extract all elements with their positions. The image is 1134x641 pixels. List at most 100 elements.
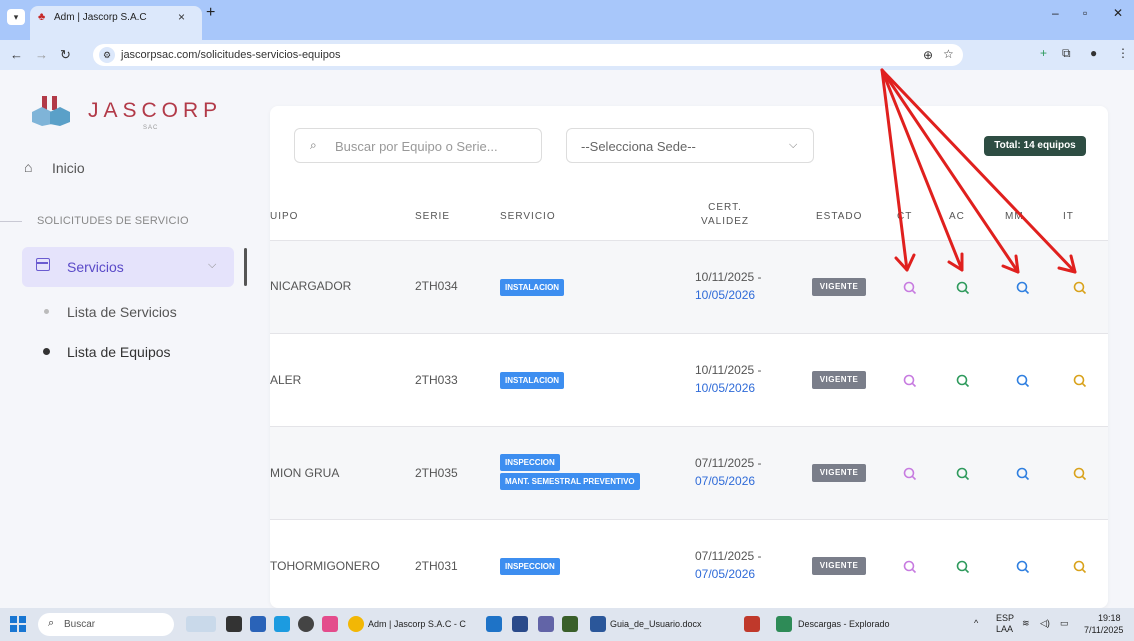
cert-to: 07/05/2026 bbox=[695, 567, 756, 581]
volume-icon[interactable]: ◁) bbox=[1040, 618, 1050, 629]
view-it-icon[interactable] bbox=[1073, 281, 1087, 295]
sede-select[interactable]: --Selecciona Sede-- ⌵ bbox=[566, 128, 814, 163]
chevron-down-icon: ⌵ bbox=[789, 139, 798, 151]
reload-icon[interactable]: ↻ bbox=[60, 47, 71, 63]
search-input[interactable]: ⌕ Buscar por Equipo o Serie... bbox=[294, 128, 542, 163]
app-icon[interactable] bbox=[298, 616, 314, 632]
fireworks-icon[interactable] bbox=[562, 616, 578, 632]
table-row: NICARGADOR 2TH034 INSTALACION 10/11/2025… bbox=[270, 241, 1108, 334]
bookmark-star-icon[interactable]: ☆ bbox=[943, 47, 954, 61]
table-row: MION GRUA 2TH035 INSPECCION MANT. SEMEST… bbox=[270, 427, 1108, 520]
view-it-icon[interactable] bbox=[1073, 560, 1087, 574]
teams-icon[interactable] bbox=[538, 616, 554, 632]
view-ac-icon[interactable] bbox=[956, 374, 970, 388]
wifi-icon[interactable]: ≋ bbox=[1022, 618, 1030, 629]
bullet-icon bbox=[44, 309, 49, 314]
cell-serie: 2TH034 bbox=[415, 279, 458, 293]
tray-time[interactable]: 19:18 bbox=[1098, 613, 1121, 623]
cert-from: 07/11/2025 - bbox=[695, 549, 762, 563]
taskbar-explorer-label[interactable]: Descargas - Explorado bbox=[798, 619, 890, 629]
tray-chevron-icon[interactable]: ^ bbox=[974, 618, 978, 628]
extension-plus-icon[interactable]: + bbox=[1040, 46, 1047, 60]
cert-from: 07/11/2025 - bbox=[695, 456, 762, 470]
task-view-icon[interactable] bbox=[226, 616, 242, 632]
sidebar: JASCORP SAC ⌂ Inicio SOLICITUDES DE SERV… bbox=[0, 70, 247, 608]
service-badge: INSTALACION bbox=[500, 279, 565, 296]
word-icon[interactable] bbox=[590, 616, 606, 632]
chevron-down-icon: ⌵ bbox=[208, 259, 217, 271]
section-divider bbox=[0, 221, 22, 222]
app-icon[interactable] bbox=[274, 616, 290, 632]
forward-icon[interactable]: → bbox=[35, 47, 48, 62]
page-right-gutter bbox=[1120, 70, 1134, 608]
extensions-puzzle-icon[interactable]: ⧉ bbox=[1062, 46, 1071, 61]
home-icon: ⌂ bbox=[24, 159, 33, 175]
view-ct-icon[interactable] bbox=[903, 467, 917, 481]
profile-avatar-icon[interactable]: ● bbox=[1090, 46, 1097, 60]
close-window-icon[interactable]: ✕ bbox=[1113, 6, 1123, 20]
zoom-icon[interactable]: ⊕ bbox=[923, 48, 933, 62]
app-icon[interactable] bbox=[512, 616, 528, 632]
header-estado: ESTADO bbox=[816, 211, 863, 222]
status-badge: VIGENTE bbox=[812, 557, 866, 575]
site-info-icon[interactable]: ⚙ bbox=[99, 47, 115, 63]
sidebar-item-label: Inicio bbox=[52, 160, 85, 176]
minimize-icon[interactable]: – bbox=[1052, 6, 1059, 20]
search-placeholder: Buscar por Equipo o Serie... bbox=[335, 139, 498, 154]
view-ac-icon[interactable] bbox=[956, 467, 970, 481]
header-it: IT bbox=[1063, 211, 1074, 222]
view-ct-icon[interactable] bbox=[903, 560, 917, 574]
tab-search-button[interactable]: ▾ bbox=[7, 9, 25, 25]
view-mm-icon[interactable] bbox=[1016, 281, 1030, 295]
view-mm-icon[interactable] bbox=[1016, 467, 1030, 481]
brand-mark-icon bbox=[32, 96, 70, 126]
app-icon[interactable] bbox=[322, 616, 338, 632]
explorer-icon[interactable] bbox=[776, 616, 792, 632]
tray-lang-sub: LAA bbox=[996, 624, 1014, 634]
view-it-icon[interactable] bbox=[1073, 374, 1087, 388]
header-ac: AC bbox=[949, 211, 965, 222]
cell-equipo: ALER bbox=[270, 373, 302, 387]
windows-start-icon[interactable] bbox=[10, 616, 26, 632]
window-icon bbox=[36, 258, 50, 271]
cell-serie: 2TH031 bbox=[415, 559, 458, 573]
view-mm-icon[interactable] bbox=[1016, 374, 1030, 388]
view-it-icon[interactable] bbox=[1073, 467, 1087, 481]
equipment-card: ⌕ Buscar por Equipo o Serie... --Selecci… bbox=[270, 106, 1108, 608]
view-mm-icon[interactable] bbox=[1016, 560, 1030, 574]
widget-icon[interactable] bbox=[186, 616, 216, 632]
tab-title: Adm | Jascorp S.A.C bbox=[54, 12, 147, 23]
back-icon[interactable]: ← bbox=[10, 47, 23, 62]
vscode-icon[interactable] bbox=[486, 616, 502, 632]
view-ct-icon[interactable] bbox=[903, 281, 917, 295]
cert-from: 10/11/2025 - bbox=[695, 270, 762, 284]
table-row: ALER 2TH033 INSTALACION 10/11/2025 - 10/… bbox=[270, 334, 1108, 427]
browser-menu-icon[interactable]: ⋮ bbox=[1117, 46, 1129, 60]
tab-close-icon[interactable]: × bbox=[178, 10, 185, 24]
sidebar-subitem-label: Lista de Equipos bbox=[67, 344, 171, 360]
taskbar-chrome-label[interactable]: Adm | Jascorp S.A.C - C bbox=[368, 619, 466, 629]
status-badge: VIGENTE bbox=[812, 371, 866, 389]
restore-icon[interactable]: ▫ bbox=[1083, 6, 1087, 20]
browser-tab[interactable]: ♣ Adm | Jascorp S.A.C × bbox=[30, 6, 202, 40]
view-ac-icon[interactable] bbox=[956, 281, 970, 295]
chrome-icon[interactable] bbox=[348, 616, 364, 632]
brand-sub: SAC bbox=[143, 125, 159, 131]
site-favicon-icon: ♣ bbox=[38, 11, 46, 23]
address-bar[interactable]: ⚙ jascorpsac.com/solicitudes-servicios-e… bbox=[93, 44, 963, 66]
taskbar-search-input[interactable]: ⌕ Buscar bbox=[38, 613, 174, 636]
new-tab-button[interactable]: + bbox=[206, 4, 215, 22]
sidebar-item-label: Servicios bbox=[67, 259, 124, 275]
section-title: SOLICITUDES DE SERVICIO bbox=[37, 215, 189, 227]
filezilla-icon[interactable] bbox=[744, 616, 760, 632]
app-icon[interactable] bbox=[250, 616, 266, 632]
view-ac-icon[interactable] bbox=[956, 560, 970, 574]
header-servicio: SERVICIO bbox=[500, 211, 556, 222]
browser-tab-bar: ▾ ♣ Adm | Jascorp S.A.C × + – ▫ ✕ bbox=[0, 0, 1134, 40]
tray-lang[interactable]: ESP bbox=[996, 613, 1014, 623]
tray-date[interactable]: 7/11/2025 bbox=[1084, 625, 1123, 635]
taskbar-word-label[interactable]: Guia_de_Usuario.docx bbox=[610, 619, 702, 629]
battery-icon[interactable]: ▭ bbox=[1060, 618, 1069, 629]
sidebar-item-servicios[interactable]: Servicios ⌵ bbox=[22, 247, 234, 287]
view-ct-icon[interactable] bbox=[903, 374, 917, 388]
